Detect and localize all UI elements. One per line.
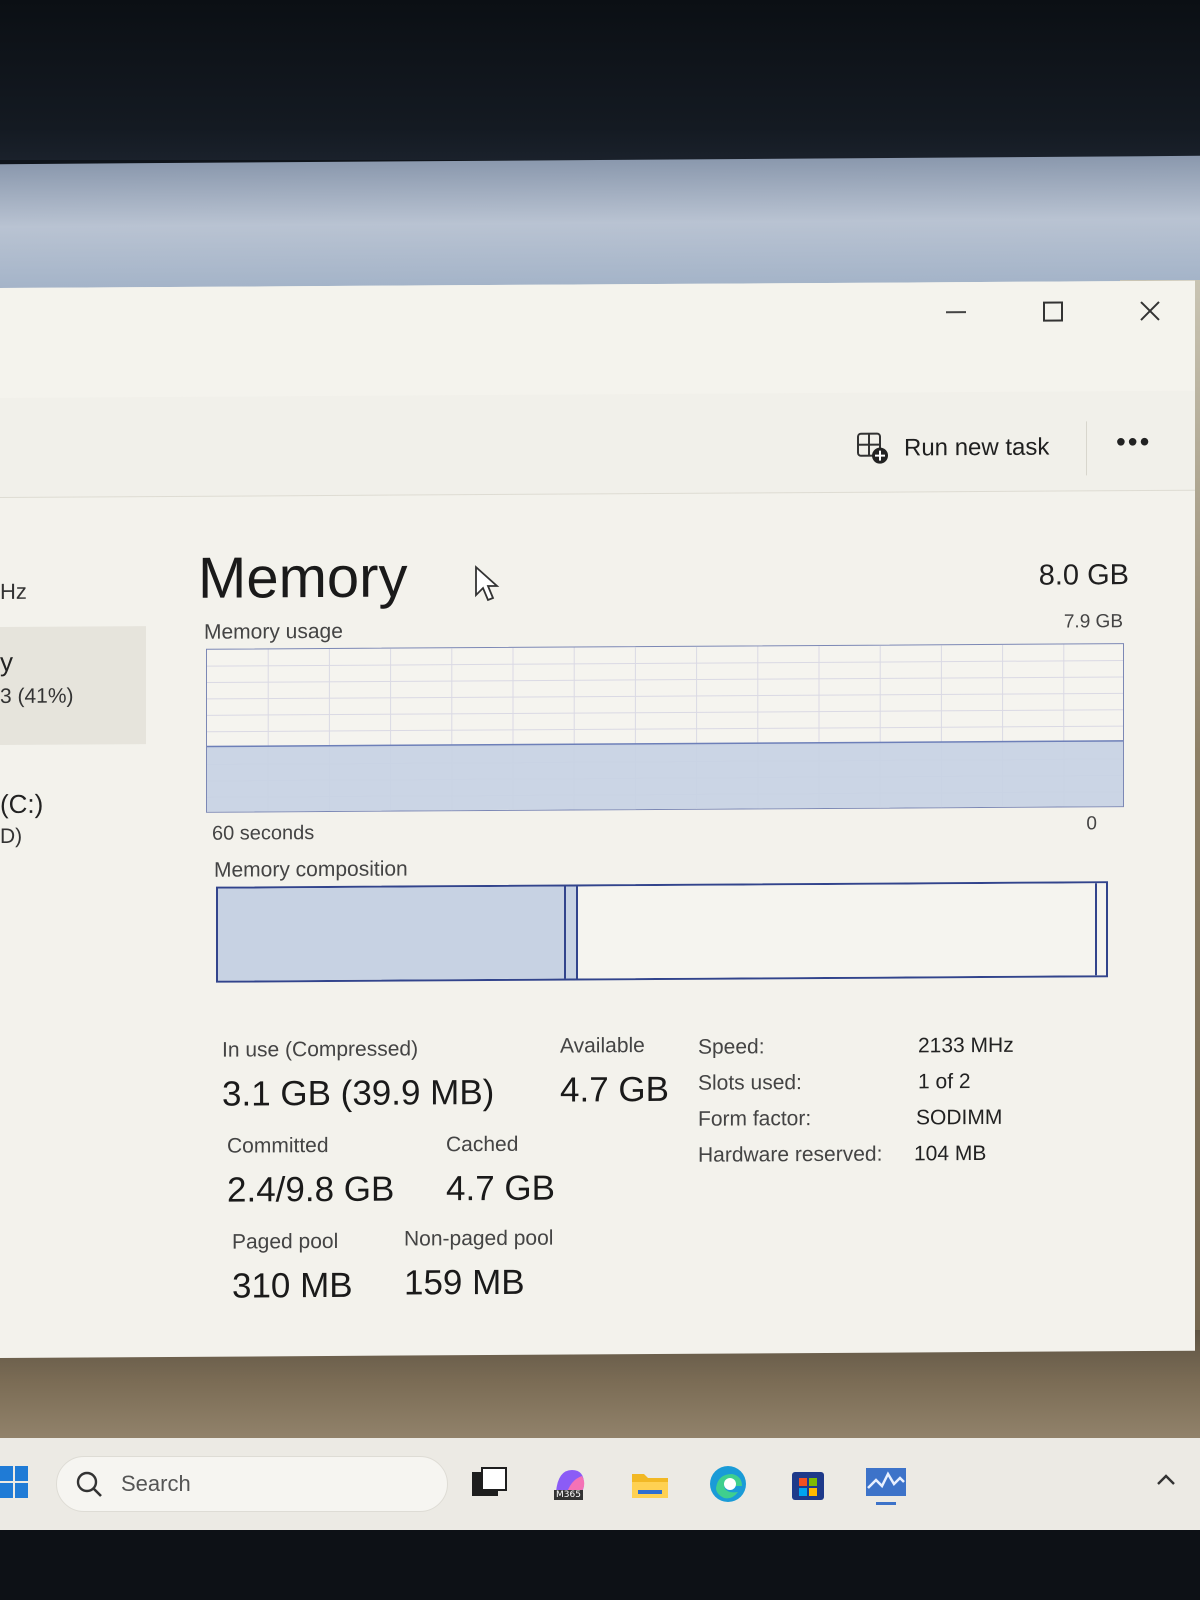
in-use-value: 3.1 GB (39.9 MB) [222,1072,495,1114]
chevron-up-icon[interactable] [1154,1468,1178,1492]
close-button[interactable] [1120,291,1180,331]
more-options-button[interactable]: ••• [1116,426,1160,467]
microsoft-store-icon[interactable] [786,1462,830,1506]
form-factor-label: Form factor: [698,1107,812,1131]
graph-gridline-horizontal [207,660,1124,667]
form-factor-value: SODIMM [916,1105,1003,1130]
graph-axis-left-label: 60 seconds [212,822,315,845]
copilot-m365-icon[interactable]: M365 [548,1462,592,1506]
nonpaged-pool-label: Non-paged pool [404,1226,554,1251]
slots-value: 1 of 2 [918,1070,971,1094]
task-manager-window: Run new task ••• Hz y 3 (41%) (C:) D) Me… [0,280,1195,1359]
stat-available: Available 4.7 GB [560,1034,669,1111]
available-value: 4.7 GB [560,1069,669,1110]
taskbar-search-box[interactable]: Search [56,1456,448,1512]
graph-gridline-horizontal [207,676,1124,684]
mouse-cursor-icon [475,565,500,602]
toolbar-divider [1086,421,1087,476]
task-view-icon[interactable] [466,1462,510,1506]
stat-paged-pool: Paged pool 310 MB [232,1230,353,1307]
sidebar-memory-title: y [0,646,13,677]
run-task-icon [857,432,888,464]
total-memory: 8.0 GB [1038,559,1129,592]
hardware-reserved-value: 104 MB [914,1141,987,1166]
available-label: Available [560,1034,645,1058]
run-new-task-button[interactable]: Run new task [856,428,1049,469]
paged-pool-label: Paged pool [232,1229,339,1254]
file-explorer-icon[interactable] [628,1462,672,1506]
composition-free-segment[interactable] [1094,883,1106,976]
cached-label: Cached [446,1132,519,1157]
toolbar: Run new task ••• [0,390,1195,498]
page-title: Memory [198,544,408,611]
hardware-reserved-label: Hardware reserved: [698,1142,883,1167]
graph-gridline-horizontal [207,692,1124,700]
speed-label: Speed: [698,1035,765,1059]
graph-axis-right-label: 0 [1086,813,1097,835]
memory-composition-label: Memory composition [214,857,408,882]
committed-value: 2.4/9.8 GB [227,1169,395,1210]
minimize-icon [946,311,966,314]
task-manager-taskbar-icon[interactable] [864,1462,908,1506]
monitor-bezel-top [0,0,1200,160]
memory-usage-graph [206,643,1124,813]
sidebar-item-cpu[interactable]: Hz [0,579,27,605]
in-use-label: In use (Compressed) [222,1037,419,1062]
title-bar [0,280,1195,398]
minimize-button[interactable] [926,292,986,332]
sidebar-disk-type: D) [0,824,23,848]
taskbar: Search M365 [0,1438,1200,1530]
graph-gridline-horizontal [207,725,1124,733]
stat-in-use: In use (Compressed) 3.1 GB (39.9 MB) [222,1037,494,1115]
composition-standby-segment[interactable] [577,883,1095,979]
maximize-icon [1043,301,1063,322]
composition-in-use-segment[interactable] [218,886,567,981]
edge-browser-icon[interactable] [706,1462,750,1506]
close-icon [1140,301,1160,321]
committed-label: Committed [227,1133,329,1158]
graph-gridline-horizontal [207,709,1124,716]
search-label: Search [121,1471,191,1496]
speed-value: 2133 MHz [918,1033,1014,1058]
memory-usage-label: Memory usage [204,619,343,644]
nonpaged-pool-value: 159 MB [404,1262,525,1303]
memory-usage-area [207,740,1124,813]
maximize-button[interactable] [1023,291,1083,331]
paged-pool-value: 310 MB [232,1265,353,1306]
memory-composition-bar [216,881,1108,983]
stat-cached: Cached 4.7 GB [446,1133,555,1210]
sidebar-item-disk[interactable]: (C:) [0,789,43,820]
stat-nonpaged-pool: Non-paged pool 159 MB [404,1227,553,1304]
windows-start-icon[interactable] [0,1462,30,1502]
sidebar-item-memory[interactable]: y 3 (41%) [0,626,146,745]
memory-usage-max: 7.9 GB [1063,611,1123,633]
memory-usage-chart [207,644,1124,813]
cached-value: 4.7 GB [446,1168,555,1209]
search-icon [76,1471,102,1497]
slots-label: Slots used: [698,1071,802,1095]
stat-committed: Committed 2.4/9.8 GB [227,1134,394,1211]
monitor-bezel-bottom [0,1530,1200,1600]
run-new-task-label: Run new task [904,433,1050,462]
sidebar: Hz y 3 (41%) (C:) D) [0,498,150,1359]
sidebar-memory-usage: 3 (41%) [0,684,74,708]
m365-badge: M365 [554,1490,583,1500]
composition-modified-segment[interactable] [566,886,578,979]
